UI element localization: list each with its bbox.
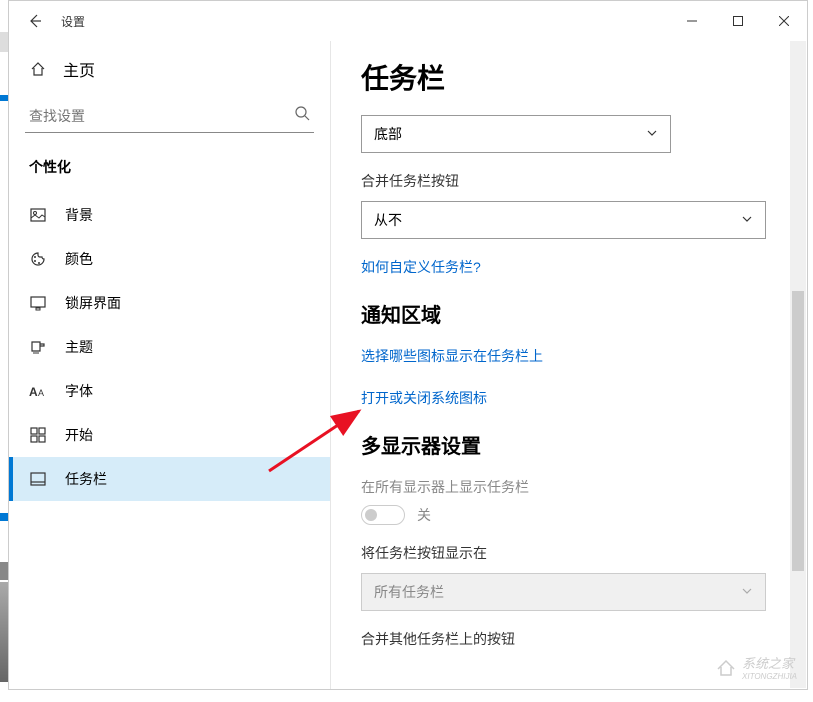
- svg-text:A: A: [38, 388, 44, 398]
- search-input[interactable]: [29, 108, 294, 124]
- combine-label: 合并任务栏按钮: [361, 171, 777, 191]
- dropdown-value: 从不: [374, 210, 402, 230]
- scrollbar-thumb[interactable]: [792, 291, 804, 571]
- sidebar-item-label: 背景: [65, 205, 93, 225]
- sidebar-item-taskbar[interactable]: 任务栏: [9, 457, 330, 501]
- search-box[interactable]: [25, 99, 314, 133]
- home-icon: [29, 60, 47, 78]
- chevron-down-icon: [646, 126, 658, 142]
- page-title: 任务栏: [361, 57, 777, 97]
- sidebar-item-label: 锁屏界面: [65, 293, 121, 313]
- system-icons-link[interactable]: 打开或关闭系统图标: [361, 388, 777, 408]
- watermark: 系统之家 XITONGZHIJIA: [714, 653, 797, 681]
- toggle-state-label: 关: [417, 505, 431, 525]
- dropdown-value: 底部: [374, 124, 402, 144]
- sidebar-item-label: 颜色: [65, 249, 93, 269]
- home-button[interactable]: 主页: [9, 47, 330, 91]
- scrollbar[interactable]: [790, 41, 806, 688]
- notification-heading: 通知区域: [361, 299, 777, 328]
- sidebar-item-start[interactable]: 开始: [9, 413, 330, 457]
- window-title: 设置: [61, 13, 85, 30]
- dropdown-value: 所有任务栏: [374, 582, 444, 602]
- svg-text:A: A: [29, 385, 38, 399]
- home-label: 主页: [63, 57, 95, 81]
- taskbar-icon: [29, 470, 47, 488]
- sidebar-item-colors[interactable]: 颜色: [9, 237, 330, 281]
- sidebar-item-label: 主题: [65, 337, 93, 357]
- font-icon: AA: [29, 382, 47, 400]
- select-icons-link[interactable]: 选择哪些图标显示在任务栏上: [361, 346, 777, 366]
- customize-link[interactable]: 如何自定义任务栏?: [361, 257, 777, 277]
- maximize-button[interactable]: [715, 5, 761, 37]
- sidebar-item-background[interactable]: 背景: [9, 193, 330, 237]
- position-dropdown[interactable]: 底部: [361, 115, 671, 153]
- titlebar: 设置: [9, 1, 807, 41]
- close-button[interactable]: [761, 5, 807, 37]
- multimonitor-label: 在所有显示器上显示任务栏: [361, 477, 777, 497]
- show-buttons-label: 将任务栏按钮显示在: [361, 543, 777, 563]
- sidebar-item-fonts[interactable]: AA 字体: [9, 369, 330, 413]
- sidebar-item-themes[interactable]: 主题: [9, 325, 330, 369]
- sidebar-item-label: 字体: [65, 381, 93, 401]
- palette-icon: [29, 250, 47, 268]
- minimize-button[interactable]: [669, 5, 715, 37]
- combine-other-label: 合并其他任务栏上的按钮: [361, 629, 777, 649]
- multimonitor-heading: 多显示器设置: [361, 430, 777, 459]
- show-buttons-dropdown: 所有任务栏: [361, 573, 766, 611]
- sidebar: 主页 个性化 背景 颜色: [9, 41, 331, 689]
- back-button[interactable]: [25, 11, 45, 31]
- sidebar-item-label: 任务栏: [65, 469, 107, 489]
- content-area: 任务栏 底部 合并任务栏按钮 从不 如何自定义任务栏? 通知区域: [331, 41, 807, 689]
- chevron-down-icon: [741, 584, 753, 600]
- sidebar-item-lockscreen[interactable]: 锁屏界面: [9, 281, 330, 325]
- lockscreen-icon: [29, 294, 47, 312]
- start-icon: [29, 426, 47, 444]
- sidebar-item-label: 开始: [65, 425, 93, 445]
- combine-dropdown[interactable]: 从不: [361, 201, 766, 239]
- image-icon: [29, 206, 47, 224]
- search-icon: [294, 105, 310, 126]
- theme-icon: [29, 338, 47, 356]
- category-label: 个性化: [9, 149, 330, 193]
- chevron-down-icon: [741, 212, 753, 228]
- multimonitor-toggle: [361, 505, 405, 525]
